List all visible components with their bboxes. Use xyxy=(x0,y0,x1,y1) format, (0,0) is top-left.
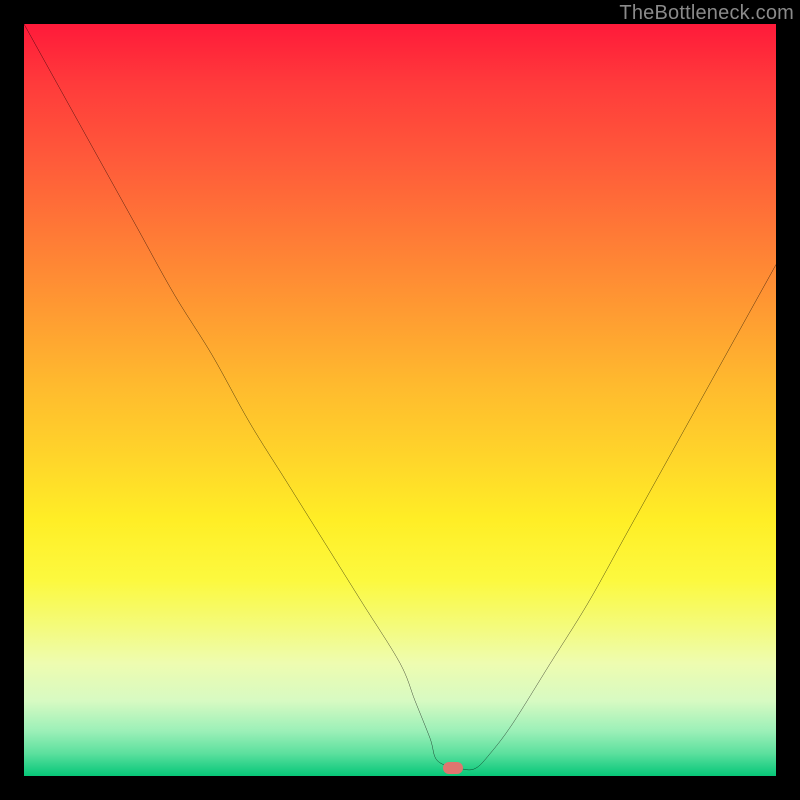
optimal-point-marker xyxy=(443,762,463,774)
watermark-text: TheBottleneck.com xyxy=(619,2,794,25)
bottleneck-curve xyxy=(24,24,776,776)
chart-frame: TheBottleneck.com xyxy=(0,0,800,800)
plot-area xyxy=(24,24,776,776)
